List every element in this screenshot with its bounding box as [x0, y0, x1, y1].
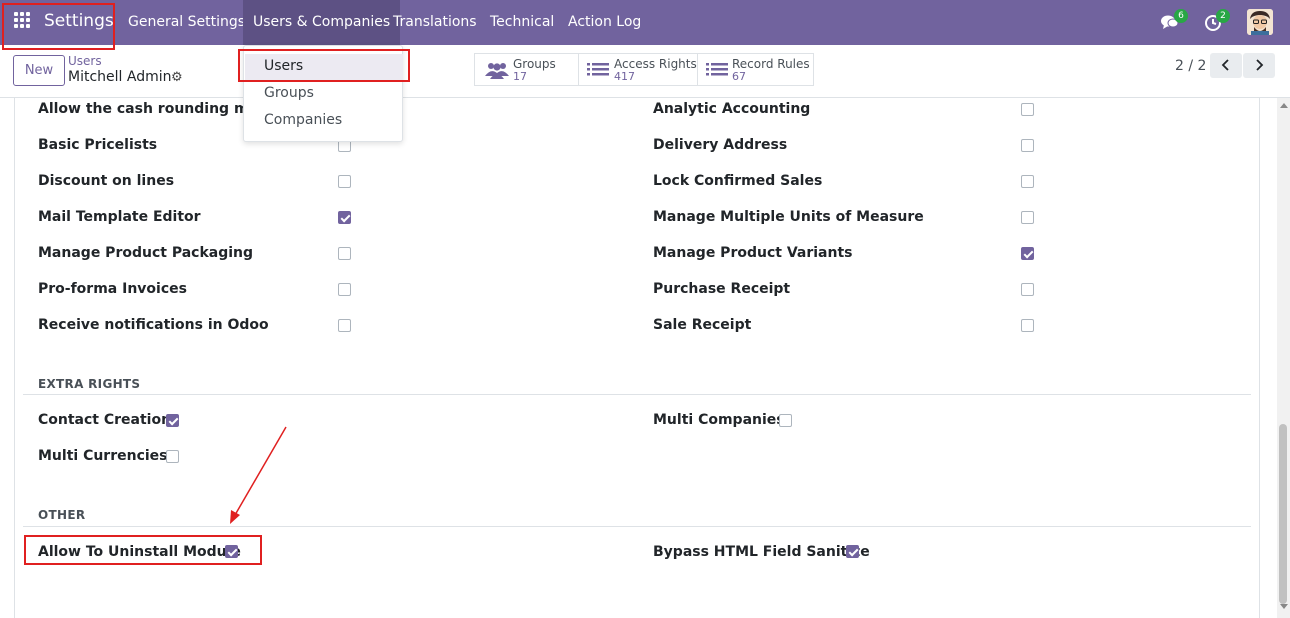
section-separator — [23, 394, 1251, 395]
smart-button-count: 417 — [614, 70, 635, 83]
highlight-users-item — [238, 49, 410, 82]
section-title-other: OTHER — [38, 508, 86, 522]
right-checkbox[interactable] — [338, 319, 351, 332]
pager-previous-button[interactable] — [1210, 53, 1242, 78]
right-label: Pro-forma Invoices — [38, 281, 187, 297]
list-icon — [706, 62, 728, 82]
right-label: Analytic Accounting — [653, 101, 811, 117]
extra-right-checkbox[interactable] — [779, 414, 792, 427]
pager-next-button[interactable] — [1243, 53, 1275, 78]
right-checkbox[interactable] — [1021, 175, 1034, 188]
top-navbar: Settings General Settings Users & Compan… — [0, 0, 1290, 45]
right-label: Sale Receipt — [653, 317, 752, 333]
section-title-extra-rights: EXTRA RIGHTS — [38, 377, 141, 391]
right-checkbox[interactable] — [1021, 319, 1034, 332]
extra-right-label: Multi Currencies — [38, 448, 168, 464]
messages-badge: 6 — [1174, 9, 1188, 23]
pager-value: 2 / 2 — [1175, 58, 1207, 74]
smart-button-groups[interactable]: Groups 17 — [474, 53, 579, 86]
scroll-down-arrow-icon[interactable] — [1280, 604, 1288, 609]
vertical-scrollbar[interactable] — [1277, 98, 1290, 618]
right-label: Basic Pricelists — [38, 137, 158, 153]
user-avatar[interactable] — [1247, 9, 1273, 35]
menu-translations[interactable]: Translations — [383, 0, 487, 45]
scroll-thumb[interactable] — [1279, 424, 1287, 604]
right-checkbox[interactable] — [1021, 139, 1034, 152]
dropdown-item-groups[interactable]: Groups — [264, 85, 314, 101]
right-label: Receive notifications in Odoo — [38, 317, 269, 333]
other-label: Bypass HTML Field Sanitize — [653, 544, 870, 560]
breadcrumb-parent[interactable]: Users — [68, 54, 102, 68]
smart-button-count: 17 — [513, 70, 527, 83]
new-button[interactable]: New — [13, 55, 65, 86]
smart-button-access-rights[interactable]: Access Rights 417 — [578, 53, 698, 86]
smart-button-count: 67 — [732, 70, 746, 83]
section-separator — [23, 526, 1251, 527]
menu-technical[interactable]: Technical — [480, 0, 564, 45]
right-checkbox[interactable] — [338, 211, 351, 224]
breadcrumb-current: Mitchell Admin — [68, 69, 172, 85]
menu-action-log[interactable]: Action Log — [558, 0, 651, 45]
right-label: Lock Confirmed Sales — [653, 173, 823, 189]
right-checkbox[interactable] — [1021, 247, 1034, 260]
smart-button-record-rules[interactable]: Record Rules 67 — [697, 53, 814, 86]
right-label: Manage Product Packaging — [38, 245, 254, 261]
users-icon — [485, 61, 509, 83]
smart-button-label: Groups — [513, 57, 556, 71]
other-checkbox[interactable] — [846, 545, 859, 558]
right-checkbox[interactable] — [1021, 103, 1034, 116]
extra-right-label: Contact Creation — [38, 412, 172, 428]
gear-icon[interactable]: ⚙ — [171, 70, 183, 85]
right-checkbox[interactable] — [338, 175, 351, 188]
list-icon — [587, 62, 609, 82]
right-checkbox[interactable] — [338, 247, 351, 260]
activities-badge: 2 — [1216, 9, 1230, 23]
right-label: Mail Template Editor — [38, 209, 201, 225]
highlight-uninstall-module — [24, 535, 262, 565]
right-label: Purchase Receipt — [653, 281, 791, 297]
right-label: Discount on lines — [38, 173, 175, 189]
menu-users-companies[interactable]: Users & Companies — [243, 0, 401, 45]
right-label: Manage Product Variants — [653, 245, 853, 261]
extra-right-label: Multi Companies — [653, 412, 785, 428]
dropdown-item-companies[interactable]: Companies — [264, 112, 342, 128]
right-checkbox[interactable] — [338, 283, 351, 296]
right-checkbox[interactable] — [1021, 211, 1034, 224]
extra-right-checkbox[interactable] — [166, 450, 179, 463]
scroll-up-arrow-icon[interactable] — [1280, 103, 1288, 108]
right-checkbox[interactable] — [1021, 283, 1034, 296]
menu-general-settings[interactable]: General Settings — [118, 0, 255, 45]
extra-right-checkbox[interactable] — [166, 414, 179, 427]
right-label: Delivery Address — [653, 137, 788, 153]
smart-button-label: Access Rights — [614, 57, 697, 71]
highlight-settings — [2, 3, 115, 50]
control-panel: New Users Mitchell Admin ⚙ Groups 17 Acc… — [0, 45, 1290, 98]
right-label: Manage Multiple Units of Measure — [653, 209, 924, 225]
smart-button-label: Record Rules — [732, 57, 810, 71]
